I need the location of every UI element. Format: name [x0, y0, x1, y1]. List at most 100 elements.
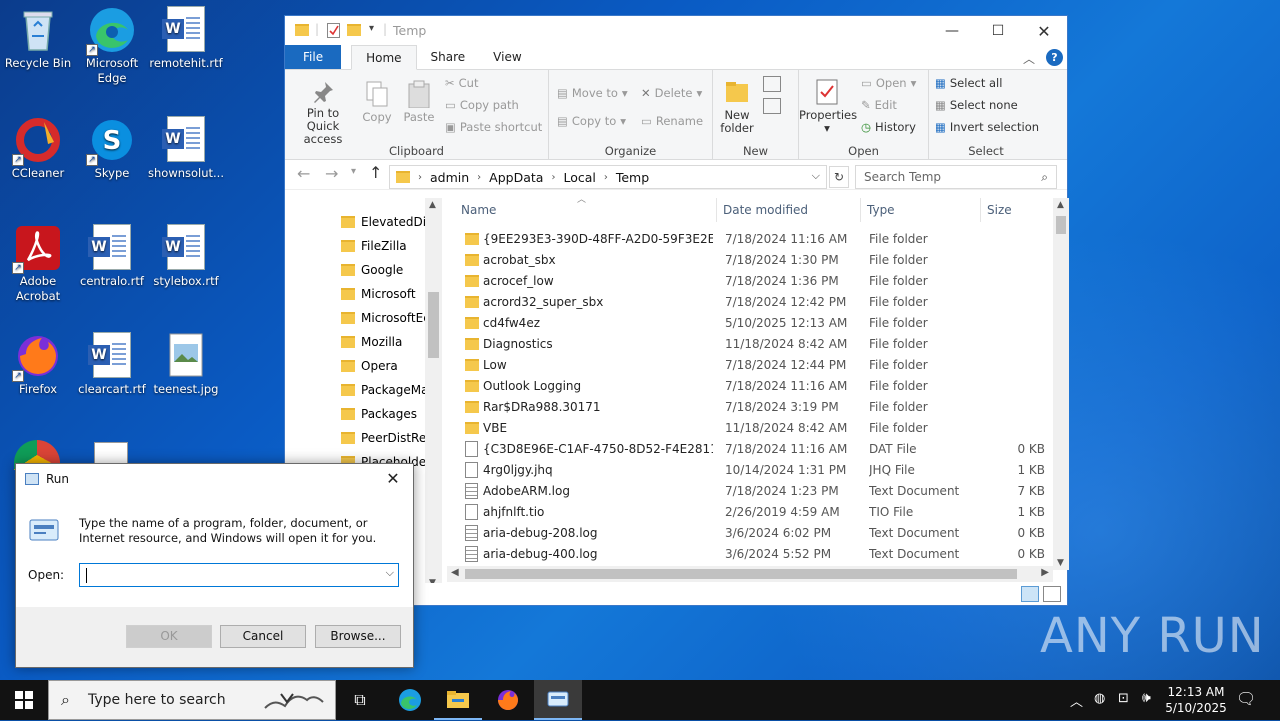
desktop-icon-clearcart[interactable]: W clearcart.rtf	[74, 332, 150, 397]
notification-center-icon[interactable]: 🗨	[1236, 689, 1256, 708]
column-header-type[interactable]: Type	[861, 198, 981, 222]
volume-icon[interactable]: 🕪	[1142, 690, 1151, 706]
breadcrumb-admin[interactable]: admin	[430, 170, 469, 185]
new-folder-quick-icon[interactable]	[347, 24, 361, 36]
large-icons-view-icon[interactable]	[1043, 586, 1061, 602]
minimize-button[interactable]: —	[929, 16, 975, 46]
collapse-ribbon-icon[interactable]: ︿	[1023, 50, 1035, 67]
file-row[interactable]: aria-debug-400.log 3/6/2024 5:52 PM Text D…	[447, 543, 1053, 564]
details-view-icon[interactable]	[1021, 586, 1039, 602]
desktop-icon-skype[interactable]: S ↗ Skype	[74, 116, 150, 181]
start-button[interactable]	[0, 680, 48, 720]
close-button[interactable]: ✕	[1021, 16, 1067, 46]
file-list-horizontal-scrollbar[interactable]: ◀ ▶	[447, 566, 1053, 582]
file-row[interactable]: 4rg0ljgy.jhq 10/14/2024 1:31 PM JHQ File 1 …	[447, 459, 1053, 480]
taskbar-file-explorer-button[interactable]	[434, 680, 482, 720]
up-arrow-icon[interactable]: ↑	[369, 163, 382, 182]
desktop-icon-shownsolut[interactable]: W shownsolut...	[148, 116, 224, 181]
file-row[interactable]: Rar$DRa988.30171 7/18/2024 3:19 PM File fo…	[447, 396, 1053, 417]
file-row[interactable]: Diagnostics 11/18/2024 8:42 AM File folder	[447, 333, 1053, 354]
desktop-icon-firefox[interactable]: ↗ Firefox	[0, 332, 76, 397]
taskbar-search-box[interactable]: ⌕ Type here to search	[48, 680, 336, 720]
security-icon[interactable]: ◍	[1094, 691, 1105, 706]
address-box[interactable]: › admin › AppData › Local › Temp ⌵	[389, 165, 827, 189]
file-row[interactable]: acrocef_low 7/18/2024 1:36 PM File folder	[447, 270, 1053, 291]
taskbar-firefox-button[interactable]	[484, 680, 532, 720]
address-dropdown-icon[interactable]: ⌵	[812, 169, 820, 183]
file-list-vertical-scrollbar[interactable]: ▲ ▼	[1053, 198, 1069, 570]
new-folder-button[interactable]: New folder	[717, 78, 757, 135]
close-button[interactable]: ✕	[379, 467, 407, 491]
taskbar-run-button[interactable]	[534, 680, 582, 720]
task-view-button[interactable]: ⧉	[336, 680, 384, 720]
paste-shortcut-button[interactable]: ▣ Paste shortcut	[445, 120, 542, 134]
tab-home[interactable]: Home	[351, 45, 417, 70]
easy-access-icon[interactable]	[763, 98, 781, 114]
file-row[interactable]: Outlook Logging 7/18/2024 11:16 AM File fo…	[447, 375, 1053, 396]
tab-share[interactable]: Share	[417, 45, 480, 69]
maximize-button[interactable]: ☐	[975, 16, 1021, 46]
help-icon[interactable]: ?	[1046, 49, 1063, 66]
delete-button[interactable]: ✕ Delete ▾	[641, 86, 702, 100]
breadcrumb-temp[interactable]: Temp	[616, 170, 649, 185]
tab-view[interactable]: View	[479, 45, 535, 69]
file-row[interactable]: acrobat_sbx 7/18/2024 1:30 PM File folder	[447, 249, 1053, 270]
select-all-button[interactable]: ▦ Select all	[935, 76, 1002, 90]
open-input[interactable]: ⌵	[79, 563, 399, 587]
desktop-icon-edge[interactable]: ↗ Microsoft Edge	[74, 6, 150, 86]
desktop-icon-adobe-acrobat[interactable]: ↗ Adobe Acrobat	[0, 224, 76, 304]
copy-to-button[interactable]: ▤ Copy to ▾	[557, 114, 626, 128]
file-row[interactable]: {C3D8E96E-C1AF-4750-8D52-F4E28119C1... 7/…	[447, 438, 1053, 459]
quick-access-dropdown-icon[interactable]: ▾	[369, 23, 374, 34]
nav-scrollbar[interactable]: ▲ ▼	[425, 198, 442, 590]
file-row[interactable]: Low 7/18/2024 12:44 PM File folder	[447, 354, 1053, 375]
desktop-icon-recycle-bin[interactable]: Recycle Bin	[0, 6, 76, 71]
copy-path-button[interactable]: ▭ Copy path	[445, 98, 519, 112]
move-to-button[interactable]: ▤ Move to ▾	[557, 86, 628, 100]
file-row[interactable]: aria-debug-208.log 3/6/2024 6:02 PM Text D…	[447, 522, 1053, 543]
back-arrow-icon[interactable]: ←	[297, 164, 310, 183]
paste-button[interactable]: Paste	[401, 80, 437, 124]
file-row[interactable]: cd4fw4ez 5/10/2025 12:13 AM File folder	[447, 312, 1053, 333]
select-none-button[interactable]: ▦ Select none	[935, 98, 1018, 112]
open-button[interactable]: ▭ Open ▾	[861, 76, 916, 90]
new-item-icon[interactable]	[763, 76, 781, 92]
recent-chevron-icon[interactable]: ▾	[351, 166, 356, 177]
column-header-name[interactable]: Name	[455, 198, 717, 222]
invert-selection-button[interactable]: ▦ Invert selection	[935, 120, 1039, 134]
desktop-icon-remotehit[interactable]: W remotehit.rtf	[148, 6, 224, 71]
file-row[interactable]: {9EE293E3-390D-48FF-A2D0-59F3E2EC88... 7/…	[447, 228, 1053, 249]
network-icon[interactable]: ⊡	[1118, 691, 1129, 706]
copy-button[interactable]: Copy	[359, 80, 395, 124]
open-dropdown-icon[interactable]: ⌵	[386, 566, 394, 580]
search-input[interactable]: Search Temp ⌕	[855, 165, 1057, 189]
column-header-date[interactable]: Date modified	[717, 198, 861, 222]
desktop-icon-centralo[interactable]: W centralo.rtf	[74, 224, 150, 289]
system-clock[interactable]: 12:13 AM 5/10/2025	[1164, 684, 1228, 716]
file-row[interactable]: VBE 11/18/2024 8:42 AM File folder	[447, 417, 1053, 438]
desktop-icon-teenest[interactable]: teenest.jpg	[148, 332, 224, 397]
edit-button[interactable]: ✎ Edit	[861, 98, 897, 112]
file-row[interactable]: ahjfnlft.tio 2/26/2019 4:59 AM TIO File 1 K…	[447, 501, 1053, 522]
file-row[interactable]: AdobeARM.log 7/18/2024 1:23 PM Text Docume…	[447, 480, 1053, 501]
ok-button[interactable]: OK	[126, 625, 212, 648]
taskbar-edge-button[interactable]	[386, 680, 434, 720]
column-header-size[interactable]: Size	[981, 198, 1053, 222]
desktop-icon-ccleaner[interactable]: ↗ CCleaner	[0, 116, 76, 181]
cancel-button[interactable]: Cancel	[220, 625, 306, 648]
properties-quick-icon[interactable]	[327, 23, 340, 38]
breadcrumb-local[interactable]: Local	[563, 170, 595, 185]
refresh-icon[interactable]: ↻	[829, 166, 849, 188]
desktop-icon-stylebox[interactable]: W stylebox.rtf	[148, 224, 224, 289]
file-row[interactable]: acrord32_super_sbx 7/18/2024 12:42 PM File…	[447, 291, 1053, 312]
history-button[interactable]: ◷ History	[861, 120, 916, 134]
tab-file[interactable]: File	[285, 45, 342, 69]
rename-button[interactable]: ▭ Rename	[641, 114, 703, 128]
show-hidden-icons-chevron[interactable]: ︿	[1070, 691, 1083, 710]
breadcrumb-appdata[interactable]: AppData	[489, 170, 543, 185]
pin-quick-access-button[interactable]: Pin to Quick access	[289, 80, 357, 146]
properties-button[interactable]: Properties ▾	[799, 78, 857, 135]
forward-arrow-icon[interactable]: →	[325, 164, 338, 183]
cut-button[interactable]: ✂ Cut	[445, 76, 478, 90]
browse-button[interactable]: Browse...	[315, 625, 401, 648]
